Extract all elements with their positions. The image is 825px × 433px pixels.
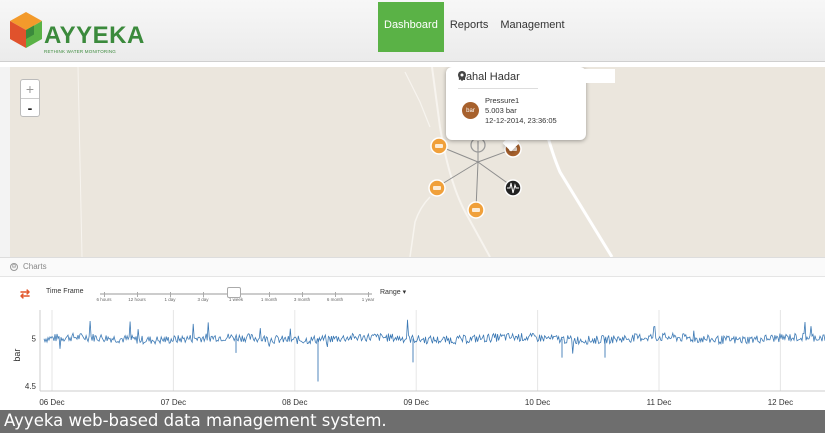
zoom-in-button[interactable]: + xyxy=(21,80,39,98)
time-frame-tick-label[interactable]: 12 hours xyxy=(128,297,146,302)
map-road xyxy=(77,67,83,257)
pressure-chart[interactable]: 5 4.5 bar 06 Dec 07 Dec 08 Dec 09 Dec 10 Dec 11 … xyxy=(0,308,825,408)
marker-spider-lines xyxy=(436,145,514,210)
popup-site-name: Nahal Hadar xyxy=(458,71,520,83)
map-road xyxy=(404,71,431,128)
image-caption: Ayyeka web-based data management system. xyxy=(0,410,825,433)
ayyeka-logo[interactable] xyxy=(6,10,46,50)
nav-reports[interactable]: Reports xyxy=(444,2,495,52)
app-header: AYYEKA RETHINK WATER MONITORING Dashboar… xyxy=(0,0,825,62)
brand-tagline: RETHINK WATER MONITORING xyxy=(44,49,116,54)
popup-value: 5.003 bar xyxy=(485,106,517,115)
pressure-chart-svg: 5 4.5 bar 06 Dec 07 Dec 08 Dec 09 Dec 10 Dec 11 … xyxy=(12,310,825,407)
sensor-map[interactable]: + - Nahal Hadar bar Pressure1 5.003 bar … xyxy=(0,67,825,257)
map-overlay-box xyxy=(571,69,615,83)
charts-toggle[interactable]: ⊖ Charts xyxy=(10,262,47,271)
caption-text: Ayyeka web-based data management system. xyxy=(4,411,387,430)
chart-x-tick-label: 09 Dec xyxy=(404,398,429,407)
chart-x-tick-label: 07 Dec xyxy=(161,398,186,407)
charts-panel-header[interactable]: ⊖ Charts xyxy=(0,257,825,277)
popup-divider xyxy=(458,88,538,89)
zoom-out-button[interactable]: - xyxy=(21,98,39,116)
location-pin-icon xyxy=(458,71,466,81)
chart-series-line xyxy=(43,319,825,354)
chart-x-tick-label: 12 Dec xyxy=(768,398,793,407)
time-frame-tick-label[interactable]: 1 month xyxy=(261,297,277,302)
chart-x-tick-label: 10 Dec xyxy=(525,398,550,407)
sensor-popup: Nahal Hadar bar Pressure1 5.003 bar 12-1… xyxy=(446,67,586,140)
chart-y-tick-label: 4.5 xyxy=(25,382,37,391)
time-frame-tick-label[interactable]: 3 day xyxy=(197,297,208,302)
time-frame-slider-handle[interactable] xyxy=(227,287,241,298)
brand-name: AYYEKA xyxy=(44,22,145,49)
chart-controls: ⇄ Time Frame 6 hours 12 hours 1 day 3 day 1 … xyxy=(0,278,825,308)
time-frame-label: Time Frame xyxy=(46,288,84,295)
time-frame-tick-label[interactable]: 1 year xyxy=(362,297,375,302)
chevron-down-icon: ▾ xyxy=(402,289,407,296)
map-left-strip xyxy=(0,67,10,257)
collapse-icon[interactable]: ⊖ xyxy=(10,262,18,271)
popup-timestamp: 12-12-2014, 23:36:05 xyxy=(485,116,557,125)
range-dropdown[interactable]: Range ▾ xyxy=(380,288,406,296)
popup-readings: Pressure1 5.003 bar 12-12-2014, 23:36:05 xyxy=(485,96,557,126)
map-road xyxy=(409,196,431,257)
nav-dashboard[interactable]: Dashboard xyxy=(378,2,444,52)
pressure-badge-icon: bar xyxy=(462,102,479,119)
popup-sensor-name: Pressure1 xyxy=(485,96,520,105)
time-frame-tick-label[interactable]: 6 month xyxy=(327,297,343,302)
chart-y-tick-label: 5 xyxy=(32,335,37,344)
chart-x-tick-label: 06 Dec xyxy=(39,398,64,407)
refresh-icon[interactable]: ⇄ xyxy=(20,287,30,301)
chart-x-tick-label: 08 Dec xyxy=(282,398,307,407)
map-canvas xyxy=(77,67,614,257)
popup-title: Nahal Hadar xyxy=(458,71,520,83)
nav-management[interactable]: Management xyxy=(494,2,570,52)
chart-y-axis-label: bar xyxy=(12,349,22,362)
range-label: Range xyxy=(380,289,401,296)
chart-x-tick-label: 11 Dec xyxy=(647,398,672,407)
time-frame-tick-label[interactable]: 6 hours xyxy=(96,297,111,302)
charts-panel-label: Charts xyxy=(23,262,47,271)
main-nav: Dashboard Reports Management xyxy=(378,2,571,52)
time-frame-tick-label[interactable]: 1 day xyxy=(164,297,175,302)
time-frame-tick-label[interactable]: 3 month xyxy=(294,297,310,302)
zoom-control: + - xyxy=(20,79,40,117)
